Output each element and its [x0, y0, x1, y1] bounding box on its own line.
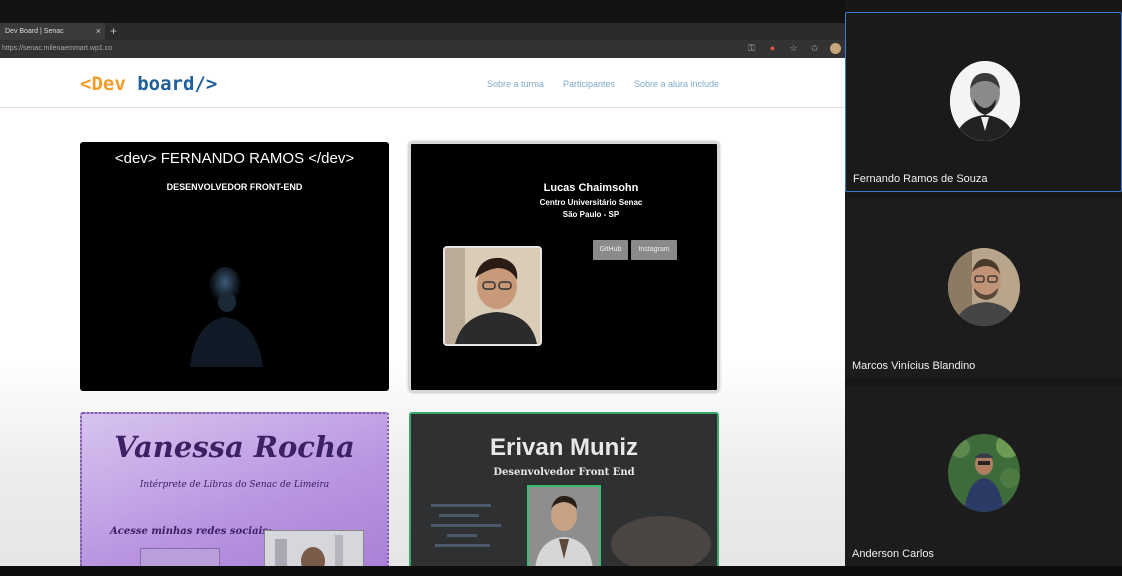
site-logo[interactable]: <Dev board/>: [80, 73, 217, 95]
bottom-bar: [0, 566, 1122, 576]
participant-tile-anderson[interactable]: Anderson Carlos: [845, 386, 1122, 566]
profile-card-fernando[interactable]: <dev> FERNANDO RAMOS </dev> DESENVOLVEDO…: [80, 142, 389, 391]
participant-avatar: [948, 248, 1020, 326]
profile-portrait: [190, 267, 263, 367]
profile-card-erivan[interactable]: Erivan Muniz Desenvolvedor Front End: [409, 412, 719, 566]
nav-link-alura[interactable]: Sobre a alura include: [634, 79, 719, 89]
browser-toolbar-icons: ⚿ ● ☆ ✩: [746, 43, 841, 54]
shared-screen: Dev Board | Senac × + https://senac.mile…: [0, 0, 845, 566]
card-university: Centro Universitário Senac: [539, 198, 643, 207]
card-name: Erivan Muniz: [489, 434, 639, 461]
github-button[interactable]: GitHub: [593, 240, 628, 260]
card-name: Vanessa Rocha: [114, 430, 355, 464]
new-tab-icon[interactable]: +: [110, 23, 117, 39]
instagram-button[interactable]: Instagram: [631, 240, 677, 260]
card-city: São Paulo - SP: [562, 210, 620, 219]
logo-dev: <Dev: [80, 73, 126, 95]
close-tab-icon[interactable]: ×: [96, 23, 101, 40]
participant-name: Marcos Vinícius Blandino: [852, 360, 976, 372]
participant-tile-fernando[interactable]: Fernando Ramos de Souza: [845, 12, 1122, 192]
card-subtitle: DESENVOLVEDOR FRONT-END: [166, 182, 303, 192]
social-heading: Acesse minhas redes sociais:: [110, 526, 272, 537]
participant-avatar: [950, 61, 1020, 141]
screen-top-bar: [0, 0, 845, 23]
nav-link-participantes[interactable]: Participantes: [563, 79, 615, 89]
profile-photo: [527, 485, 601, 566]
participant-tile-marcos[interactable]: Marcos Vinícius Blandino: [845, 198, 1122, 378]
card-role: Desenvolvedor Front End: [493, 467, 635, 478]
participant-avatar: [948, 434, 1020, 512]
profile-photo: [443, 246, 542, 346]
browser-tab[interactable]: Dev Board | Senac ×: [0, 23, 105, 40]
participant-name: Fernando Ramos de Souza: [853, 173, 988, 185]
github-link[interactable]: [140, 548, 220, 566]
card-title: <dev> FERNANDO RAMOS </dev>: [114, 150, 355, 167]
card-role: Intérprete de Libras do Senac de Limeira: [139, 480, 330, 490]
browser-tab-bar: Dev Board | Senac × +: [0, 23, 845, 40]
nav-link-turma[interactable]: Sobre a turma: [487, 79, 544, 89]
web-page: <Dev board/> Sobre a turma Participantes…: [0, 58, 845, 566]
star-icon[interactable]: ☆: [788, 43, 799, 54]
logo-board: board/>: [137, 73, 218, 95]
key-icon[interactable]: ⚿: [746, 43, 757, 54]
profile-avatar-icon[interactable]: [830, 43, 841, 54]
card-name: Lucas Chaimsohn: [543, 182, 639, 194]
profile-card-vanessa[interactable]: Vanessa Rocha Intérprete de Libras do Se…: [80, 412, 389, 566]
url-field[interactable]: https://senac.milenaemmart.wp1.co: [0, 40, 720, 58]
profile-photo: [264, 530, 364, 566]
favorites-icon[interactable]: ✩: [809, 43, 820, 54]
video-call-window: { "browser": { "tab_title": "Dev Board |…: [0, 0, 1122, 576]
profile-card-lucas[interactable]: Lucas Chaimsohn Centro Universitário Sen…: [409, 142, 719, 392]
participant-name: Anderson Carlos: [852, 548, 934, 560]
extension-icon[interactable]: ●: [767, 43, 778, 54]
tab-title: Dev Board | Senac: [5, 28, 64, 35]
address-bar: https://senac.milenaemmart.wp1.co ⚿ ● ☆ …: [0, 40, 845, 58]
site-header: <Dev board/> Sobre a turma Participantes…: [0, 58, 845, 108]
